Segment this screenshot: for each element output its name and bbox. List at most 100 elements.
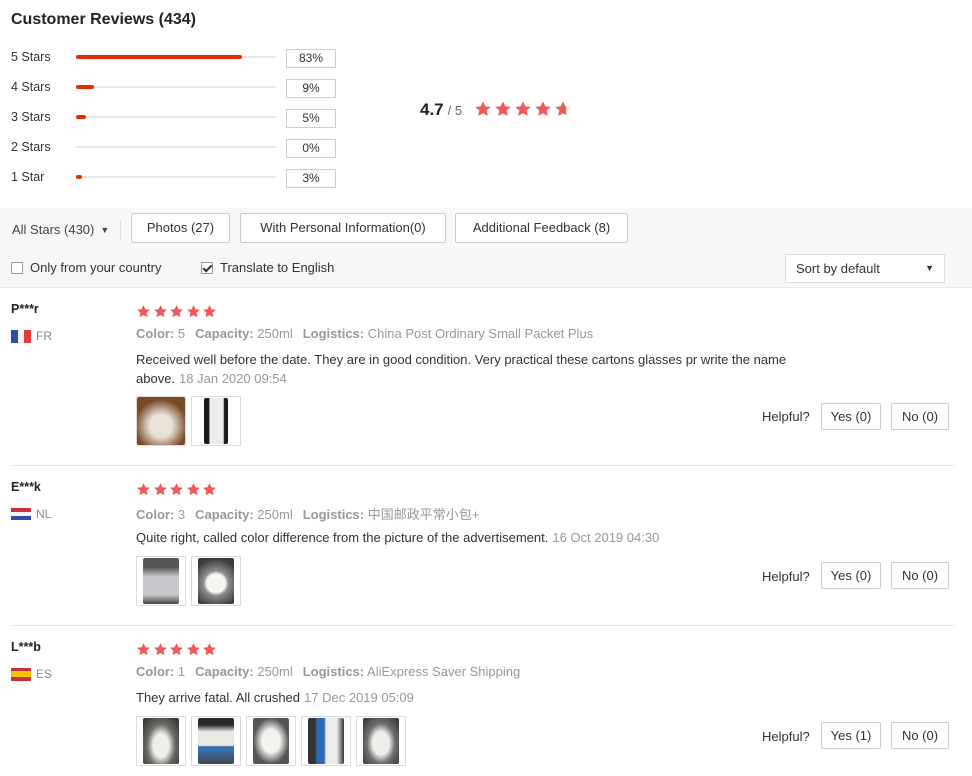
dist-row-5[interactable]: 5 Stars 83% — [11, 47, 341, 68]
review-photo[interactable] — [301, 716, 351, 766]
review-photo[interactable] — [136, 556, 186, 606]
personal-info-filter-button[interactable]: With Personal Information(0) — [240, 213, 446, 243]
helpful-no-button[interactable]: No (0) — [891, 562, 949, 589]
reviews-title: Customer Reviews (434) — [11, 11, 196, 28]
dist-label: 4 Stars — [11, 80, 51, 94]
star-icon — [170, 643, 183, 656]
star-icon — [495, 101, 511, 116]
dist-bar-track — [76, 175, 276, 179]
checkbox-box[interactable] — [11, 261, 23, 274]
helpful-label: Helpful? — [762, 409, 810, 424]
average-stars — [474, 100, 574, 120]
review-attributes: Color: 5 Capacity: 250ml Logistics: China … — [136, 326, 594, 341]
review-photo[interactable] — [136, 396, 186, 446]
review-photo[interactable] — [136, 716, 186, 766]
star-icon — [475, 101, 491, 116]
dist-bar-track — [76, 115, 276, 119]
review-date: 17 Dec 2019 05:09 — [304, 690, 414, 705]
reviewer-country: ES — [11, 667, 52, 681]
star-icon — [153, 483, 167, 496]
additional-feedback-filter-button[interactable]: Additional Feedback (8) — [455, 213, 628, 243]
dist-label: 1 Star — [11, 170, 45, 184]
star-icon — [153, 305, 167, 318]
star-icon — [170, 305, 183, 318]
review-photo[interactable] — [191, 556, 241, 606]
divider — [11, 625, 955, 626]
helpful-yes-button[interactable]: Yes (0) — [821, 562, 881, 589]
helpful-label: Helpful? — [762, 569, 810, 584]
translate-checkbox[interactable]: Translate to English — [201, 260, 334, 275]
review-photo[interactable] — [356, 716, 406, 766]
review-text: They arrive fatal. All crushed 17 Dec 201… — [136, 690, 414, 705]
review-photo[interactable] — [246, 716, 296, 766]
review-date: 16 Oct 2019 04:30 — [552, 530, 660, 545]
reviewer-name: P***r — [11, 302, 39, 316]
dist-bar-fill — [76, 115, 86, 119]
star-icon — [137, 483, 150, 496]
reviewer-name: E***k — [11, 480, 41, 494]
star-icon — [203, 305, 216, 318]
star-icon — [137, 643, 150, 656]
photos-filter-button[interactable]: Photos (27) — [131, 213, 230, 243]
es-flag-icon — [11, 667, 31, 681]
sort-select[interactable]: Sort by default ▼ — [785, 254, 945, 283]
review-date: 18 Jan 2020 09:54 — [179, 371, 287, 386]
star-icon — [186, 643, 200, 656]
reviewer-country: NL — [11, 507, 51, 521]
country-code: FR — [36, 329, 52, 343]
star-icon — [186, 483, 200, 496]
dist-bar-fill — [76, 175, 82, 179]
all-stars-label: All Stars (430) — [12, 222, 95, 237]
all-stars-dropdown[interactable]: All Stars (430) ▼ — [12, 222, 109, 237]
dist-row-2[interactable]: 2 Stars 0% — [11, 137, 341, 158]
review-photo[interactable] — [191, 396, 241, 446]
chevron-down-icon: ▼ — [100, 224, 110, 235]
star-icon — [170, 483, 183, 496]
dist-row-1[interactable]: 1 Star 3% — [11, 167, 341, 188]
dist-bar-track — [76, 85, 276, 89]
dist-label: 5 Stars — [11, 50, 51, 64]
filter-bar: All Stars (430) ▼ Photos (27) With Perso… — [0, 208, 972, 288]
helpful-label: Helpful? — [762, 729, 810, 744]
review-photo[interactable] — [191, 716, 241, 766]
review-photos — [136, 396, 246, 446]
dist-label: 3 Stars — [11, 110, 51, 124]
review-text: Received well before the date. They are … — [136, 352, 787, 386]
checkbox-box[interactable] — [201, 261, 213, 274]
star-icon — [535, 101, 551, 116]
dist-row-4[interactable]: 4 Stars 9% — [11, 77, 341, 98]
nl-flag-icon — [11, 507, 31, 521]
dist-percent: 5% — [286, 109, 336, 128]
star-icon — [153, 643, 167, 656]
divider — [11, 465, 955, 466]
star-icon — [555, 101, 571, 116]
dist-bar-track — [76, 146, 276, 148]
fr-flag-icon — [11, 329, 31, 343]
only-country-label: Only from your country — [30, 260, 162, 275]
star-icon — [515, 101, 531, 116]
chevron-down-icon: ▼ — [925, 263, 934, 273]
review-stars — [136, 642, 219, 656]
review-attributes: Color: 1 Capacity: 250ml Logistics: AliExp… — [136, 664, 521, 679]
review-stars — [136, 482, 219, 496]
dist-percent: 3% — [286, 169, 336, 188]
only-country-checkbox[interactable]: Only from your country — [11, 260, 162, 275]
divider — [120, 220, 121, 240]
review-attributes: Color: 3 Capacity: 250ml Logistics: 中国邮政平常… — [136, 507, 480, 522]
star-icon — [186, 305, 200, 318]
dist-label: 2 Stars — [11, 140, 51, 154]
sort-label: Sort by default — [796, 261, 880, 276]
average-max: / 5 — [447, 102, 463, 118]
review-photos — [136, 716, 411, 766]
helpful-no-button[interactable]: No (0) — [891, 722, 949, 749]
review-stars — [136, 304, 219, 318]
dist-row-3[interactable]: 3 Stars 5% — [11, 107, 341, 128]
helpful-no-button[interactable]: No (0) — [891, 403, 949, 430]
star-icon — [203, 643, 216, 656]
average-score: 4.7 — [420, 100, 444, 119]
dist-bar-fill — [76, 55, 242, 59]
star-icon — [203, 483, 216, 496]
dist-percent: 0% — [286, 139, 336, 158]
helpful-yes-button[interactable]: Yes (1) — [821, 722, 881, 749]
helpful-yes-button[interactable]: Yes (0) — [821, 403, 881, 430]
